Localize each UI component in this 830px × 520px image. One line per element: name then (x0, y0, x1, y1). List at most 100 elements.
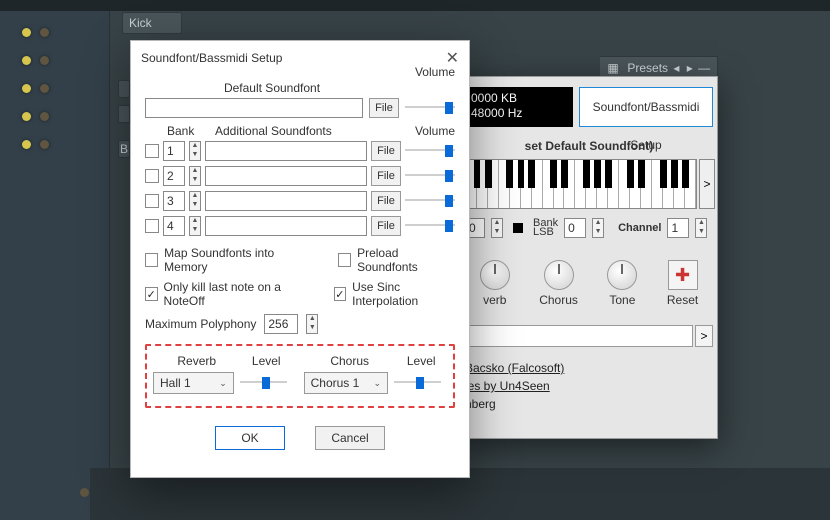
chorus-combo[interactable]: Chorus 1 ⌄ (304, 372, 388, 394)
mute-dot[interactable] (22, 56, 31, 65)
bank-number[interactable]: 3 (163, 191, 185, 211)
reverb-knob[interactable] (480, 260, 510, 290)
solo-dot[interactable] (40, 140, 49, 149)
bank-number[interactable]: 1 (163, 141, 185, 161)
plugin-info-box: 0000 KB 48000 Hz (465, 87, 573, 127)
chorus-combo-value: Chorus 1 (311, 376, 360, 390)
mute-dot[interactable] (22, 84, 31, 93)
solo-dot[interactable] (40, 56, 49, 65)
timeline-marker[interactable] (80, 488, 89, 497)
volume-header-2: Volume (401, 124, 455, 138)
volume-heading: Volume (415, 65, 455, 79)
track-header-kick[interactable]: Kick (122, 12, 182, 34)
soundfont-path-input[interactable] (205, 141, 367, 161)
default-soundfont-input[interactable] (145, 98, 363, 118)
daw-left-gutter (0, 11, 110, 520)
soundfont-setup-button[interactable]: Soundfont/Bassmidi Setup (579, 87, 713, 127)
bank-number[interactable]: 4 (163, 216, 185, 236)
reverb-combo-value: Hall 1 (160, 376, 191, 390)
preload-checkbox[interactable] (338, 253, 351, 267)
volume-slider[interactable] (405, 144, 455, 158)
map-memory-checkbox[interactable] (145, 253, 158, 267)
max-polyphony-spinner[interactable]: ▲▼ (306, 314, 318, 334)
bank-number[interactable]: 2 (163, 166, 185, 186)
channel-value[interactable]: 1 (667, 218, 689, 238)
only-kill-label: Only kill last note on a NoteOff (164, 280, 306, 308)
volume-slider[interactable] (405, 194, 455, 208)
channel-spinner[interactable]: ▲▼ (695, 218, 707, 238)
sinc-label: Use Sinc Interpolation (352, 280, 455, 308)
chevron-down-icon: ⌄ (219, 378, 227, 389)
reverb-heading: Reverb (153, 354, 240, 368)
solo-dot[interactable] (40, 84, 49, 93)
chorus-knob-label: Chorus (539, 293, 578, 307)
info-memory: 0000 KB (471, 91, 567, 106)
reverb-combo[interactable]: Hall 1 ⌄ (153, 372, 234, 394)
only-kill-checkbox[interactable] (145, 287, 158, 301)
chorus-level-slider[interactable] (394, 376, 441, 390)
file-button[interactable]: File (371, 166, 401, 186)
map-memory-label: Map Soundfonts into Memory (164, 246, 310, 274)
chorus-knob[interactable] (544, 260, 574, 290)
black-square-icon (513, 223, 523, 233)
preset-name-field[interactable] (465, 325, 693, 347)
file-button[interactable]: File (371, 216, 401, 236)
chevron-down-icon: ⌄ (374, 378, 382, 389)
cancel-button[interactable]: Cancel (315, 426, 385, 450)
mute-dot[interactable] (22, 140, 31, 149)
mute-dot[interactable] (22, 112, 31, 121)
soundfont-path-input[interactable] (205, 216, 367, 236)
channel-block-b[interactable]: B (118, 140, 130, 158)
soundfont-path-input[interactable] (205, 166, 367, 186)
enable-checkbox[interactable] (145, 169, 159, 183)
volume-slider[interactable] (405, 169, 455, 183)
file-button[interactable]: File (371, 191, 401, 211)
channel-block[interactable] (118, 105, 130, 123)
bank-spinner[interactable]: ▲▼ (189, 166, 201, 186)
file-button-default[interactable]: File (369, 98, 399, 118)
volume-slider-default[interactable] (405, 101, 455, 115)
channel-block[interactable] (118, 80, 130, 98)
piano-scroll-right[interactable]: > (699, 159, 715, 209)
max-polyphony-label: Maximum Polyphony (145, 317, 256, 331)
soundfont-setup-dialog: Soundfont/Bassmidi Setup ✕ Default Sound… (130, 40, 470, 478)
bank-spinner[interactable]: ▲▼ (189, 191, 201, 211)
presets-label[interactable]: Presets (627, 61, 668, 75)
reset-label: Reset (667, 293, 698, 307)
reset-button[interactable]: ✚ (668, 260, 698, 290)
mute-dot[interactable] (22, 28, 31, 37)
soundfont-row: 1 ▲▼ File (145, 141, 455, 161)
reverb-level-slider[interactable] (240, 376, 287, 390)
info-samplerate: 48000 Hz (471, 106, 567, 121)
bank-spinner[interactable]: ▲▼ (189, 141, 201, 161)
tone-knob[interactable] (607, 260, 637, 290)
enable-checkbox[interactable] (145, 144, 159, 158)
sinc-checkbox[interactable] (334, 287, 347, 301)
volume-slider[interactable] (405, 219, 455, 233)
solo-dot[interactable] (40, 112, 49, 121)
preset-dropdown-icon[interactable]: > (695, 325, 713, 347)
soundfont-path-input[interactable] (205, 191, 367, 211)
default-soundfont-heading: Default Soundfont (224, 81, 320, 95)
piano-keyboard[interactable] (465, 159, 697, 209)
bank-spinner[interactable]: ▲▼ (189, 216, 201, 236)
soundfont-row: 2 ▲▼ File (145, 166, 455, 186)
chorus-heading: Chorus (304, 354, 395, 368)
max-polyphony-value[interactable]: 256 (264, 314, 298, 334)
preload-label: Preload Soundfonts (357, 246, 455, 274)
bank-lsb-label: Bank LSB (533, 219, 558, 237)
daw-topbar (0, 0, 830, 11)
enable-checkbox[interactable] (145, 194, 159, 208)
credits-link-2[interactable]: ies by Un4Seen (465, 379, 550, 393)
bank-channel-row: 0 ▲▼ Bank LSB 0 ▲▼ Channel 1 ▲▼ (465, 217, 713, 239)
fx-highlight-box: Reverb Level Chorus Level Hall 1 ⌄ Choru… (145, 344, 455, 408)
credits-link-1[interactable]: Bacsko (Falcosoft) (465, 361, 564, 375)
bank-lsb-value[interactable]: 0 (564, 218, 586, 238)
bank-lsb-spinner[interactable]: ▲▼ (592, 218, 604, 238)
program-spinner[interactable]: ▲▼ (491, 218, 503, 238)
ok-button[interactable]: OK (215, 426, 285, 450)
solo-dot[interactable] (40, 28, 49, 37)
tone-knob-label: Tone (609, 293, 635, 307)
file-button[interactable]: File (371, 141, 401, 161)
enable-checkbox[interactable] (145, 219, 159, 233)
